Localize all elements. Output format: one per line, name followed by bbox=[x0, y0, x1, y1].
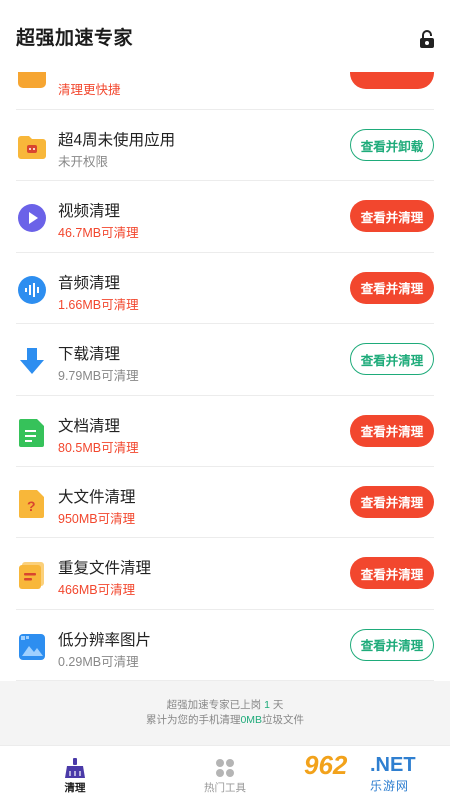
watermark-subtitle: 乐游网 bbox=[370, 779, 410, 793]
item-subtitle: 9.79MB可清理 bbox=[58, 369, 139, 384]
list-item: 视频清理 46.7MB可清理 查看并清理 bbox=[16, 181, 434, 253]
view-clean-button[interactable] bbox=[350, 72, 434, 89]
lock-open-icon[interactable] bbox=[419, 30, 435, 48]
item-subtitle: 46.7MB可清理 bbox=[58, 226, 139, 241]
view-uninstall-button[interactable]: 查看并卸载 bbox=[350, 129, 434, 161]
download-icon bbox=[20, 348, 44, 375]
list-item: 超4周未使用应用 未开权限 查看并卸载 bbox=[16, 110, 434, 182]
item-title: 重复文件清理 bbox=[58, 560, 152, 578]
item-subtitle: 清理更快捷 bbox=[58, 83, 121, 97]
item-title: 音频清理 bbox=[58, 274, 121, 292]
page-title: 超强加速专家 bbox=[16, 27, 134, 49]
item-subtitle: 1.66MB可清理 bbox=[58, 297, 139, 312]
item-subtitle: 80.5MB可清理 bbox=[58, 440, 139, 455]
view-clean-button[interactable]: 查看并清理 bbox=[350, 414, 434, 447]
tab-hot-tools[interactable]: 热门工具 bbox=[150, 746, 300, 800]
days-count: 1 bbox=[264, 699, 270, 711]
list-item: 清理更快捷 bbox=[16, 72, 434, 110]
summary-text: 垃圾文件 bbox=[262, 714, 305, 726]
view-clean-button[interactable]: 查看并清理 bbox=[350, 200, 434, 233]
broom-icon bbox=[65, 758, 85, 778]
list-item: 音频清理 1.66MB可清理 查看并清理 bbox=[16, 253, 434, 325]
video-icon bbox=[18, 204, 46, 233]
list-item: ? 大文件清理 950MB可清理 查看并清理 bbox=[16, 467, 434, 539]
view-clean-button[interactable]: 查看并清理 bbox=[350, 628, 434, 661]
list-item: 下载清理 9.79MB可清理 查看并清理 bbox=[16, 324, 434, 396]
item-subtitle: 0.29MB可清理 bbox=[58, 654, 139, 669]
view-clean-button[interactable]: 查看并清理 bbox=[350, 343, 434, 376]
list-item: 低分辨率图片 0.29MB可清理 查看并清理 bbox=[16, 610, 434, 681]
large-file-icon: ? bbox=[19, 489, 44, 518]
app-header: 超强加速专家 bbox=[0, 0, 450, 72]
item-subtitle: 未开权限 bbox=[58, 155, 109, 169]
view-clean-button[interactable]: 查看并清理 bbox=[350, 271, 434, 304]
audio-icon bbox=[18, 275, 46, 304]
cleanup-summary: 超强加速专家已上岗 1 天 累计为您的手机清理0MB垃圾文件 bbox=[0, 681, 450, 745]
summary-days-line: 超强加速专家已上岗 1 天 bbox=[0, 698, 450, 713]
site-watermark: 962 .NET 乐游网 bbox=[298, 748, 446, 796]
item-title: 低分辨率图片 bbox=[58, 631, 152, 649]
list-item: 重复文件清理 466MB可清理 查看并清理 bbox=[16, 538, 434, 610]
summary-cleaned-line: 累计为您的手机清理0MB垃圾文件 bbox=[0, 713, 450, 728]
duplicate-file-icon bbox=[19, 562, 44, 590]
summary-text: 超强加速专家已上岗 bbox=[166, 699, 262, 711]
item-title: 超4周未使用应用 bbox=[58, 132, 176, 149]
app-icon bbox=[18, 72, 46, 88]
tools-grid-icon bbox=[216, 759, 234, 777]
tab-label: 清理 bbox=[64, 782, 86, 794]
item-subtitle: 950MB可清理 bbox=[58, 511, 136, 526]
folder-app-icon bbox=[18, 136, 46, 159]
item-title: 下载清理 bbox=[58, 346, 121, 364]
image-icon bbox=[19, 633, 45, 660]
cleaned-amount: 0MB bbox=[240, 714, 263, 726]
cleanup-list: 清理更快捷 超4周未使用应用 未开权限 查看并卸载 视频清理 46.7MB可清理… bbox=[16, 72, 434, 681]
watermark-net: .NET bbox=[370, 754, 416, 776]
tab-label: 热门工具 bbox=[204, 782, 246, 794]
view-clean-button[interactable]: 查看并清理 bbox=[350, 485, 434, 518]
list-item: 文档清理 80.5MB可清理 查看并清理 bbox=[16, 396, 434, 467]
tab-clean[interactable]: 清理 bbox=[0, 746, 150, 800]
item-subtitle: 466MB可清理 bbox=[58, 583, 136, 598]
summary-text: 累计为您的手机清理 bbox=[145, 714, 241, 726]
watermark-number: 962 bbox=[304, 750, 348, 780]
svg-text:?: ? bbox=[27, 498, 36, 514]
document-icon bbox=[19, 418, 44, 447]
item-title: 视频清理 bbox=[58, 203, 121, 221]
summary-text: 天 bbox=[272, 699, 284, 711]
item-title: 大文件清理 bbox=[58, 488, 136, 506]
item-title: 文档清理 bbox=[58, 417, 121, 435]
view-clean-button[interactable]: 查看并清理 bbox=[350, 557, 434, 590]
